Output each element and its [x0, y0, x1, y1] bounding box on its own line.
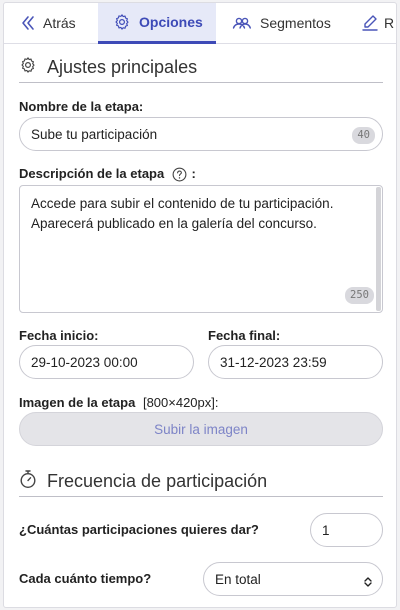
tab-options-label: Opciones	[139, 14, 203, 30]
tab-r-label: R	[384, 15, 395, 31]
tab-segments-label: Segmentos	[260, 15, 331, 31]
double-chevron-left-icon	[21, 15, 35, 31]
description-counter: 250	[345, 287, 374, 304]
tab-r[interactable]: R	[362, 3, 394, 43]
period-value: En total	[215, 571, 261, 587]
end-date-value: 31-12-2023 23:59	[220, 354, 327, 370]
frequency-title: Frecuencia de participación	[47, 471, 268, 491]
stage-name-counter: 40	[352, 127, 375, 144]
image-size-hint: [800×420px]:	[142, 395, 219, 410]
description-value: Accede para subir el contenido de tu par…	[31, 196, 334, 231]
tab-options[interactable]: Opciones	[98, 3, 216, 44]
description-label-text: Descripción de la etapa	[19, 166, 165, 181]
upload-image-button[interactable]: Subir la imagen	[19, 412, 383, 446]
main-settings-header: Ajustes principales	[19, 53, 383, 83]
participation-count-input[interactable]: 1	[310, 513, 383, 547]
tab-segments[interactable]: Segmentos	[232, 3, 331, 43]
tab-back[interactable]: Atrás	[21, 3, 76, 43]
description-textarea[interactable]: Accede para subir el contenido de tu par…	[19, 185, 383, 313]
tab-back-label: Atrás	[43, 15, 76, 31]
main-settings-title: Ajustes principales	[47, 57, 198, 77]
image-label-text: Imagen de la etapa	[19, 395, 136, 410]
participation-count-value: 1	[322, 522, 330, 538]
stage-settings-panel: Atrás Opciones Segmentos R Ajustes princ…	[3, 2, 397, 608]
period-select[interactable]: En total	[203, 562, 383, 596]
tab-bar: Atrás Opciones Segmentos R	[4, 3, 396, 44]
stage-name-value: Sube tu participación	[31, 126, 158, 142]
pen-icon	[362, 14, 378, 32]
image-label: Imagen de la etapa [800×420px]:	[19, 395, 219, 410]
textarea-scrollbar[interactable]	[376, 187, 381, 311]
participation-count-label: ¿Cuántas participaciones quieres dar?	[19, 522, 259, 537]
stage-name-label: Nombre de la etapa:	[19, 99, 144, 114]
select-arrows-icon	[364, 575, 372, 590]
start-date-value: 29-10-2023 00:00	[31, 354, 138, 370]
frequency-header: Frecuencia de participación	[19, 467, 383, 497]
gear-icon	[19, 56, 37, 79]
start-date-label: Fecha inicio:	[19, 328, 99, 343]
stopwatch-icon	[19, 469, 37, 494]
description-label-suffix: :	[191, 166, 196, 181]
gear-icon	[113, 13, 131, 31]
end-date-input[interactable]: 31-12-2023 23:59	[208, 345, 383, 379]
users-group-icon	[232, 15, 252, 31]
help-icon[interactable]	[172, 167, 187, 182]
end-date-label: Fecha final:	[208, 328, 281, 343]
start-date-input[interactable]: 29-10-2023 00:00	[19, 345, 194, 379]
description-label: Descripción de la etapa :	[19, 166, 196, 182]
stage-name-input[interactable]: Sube tu participación 40	[19, 117, 383, 151]
period-label: Cada cuánto tiempo?	[19, 571, 152, 586]
